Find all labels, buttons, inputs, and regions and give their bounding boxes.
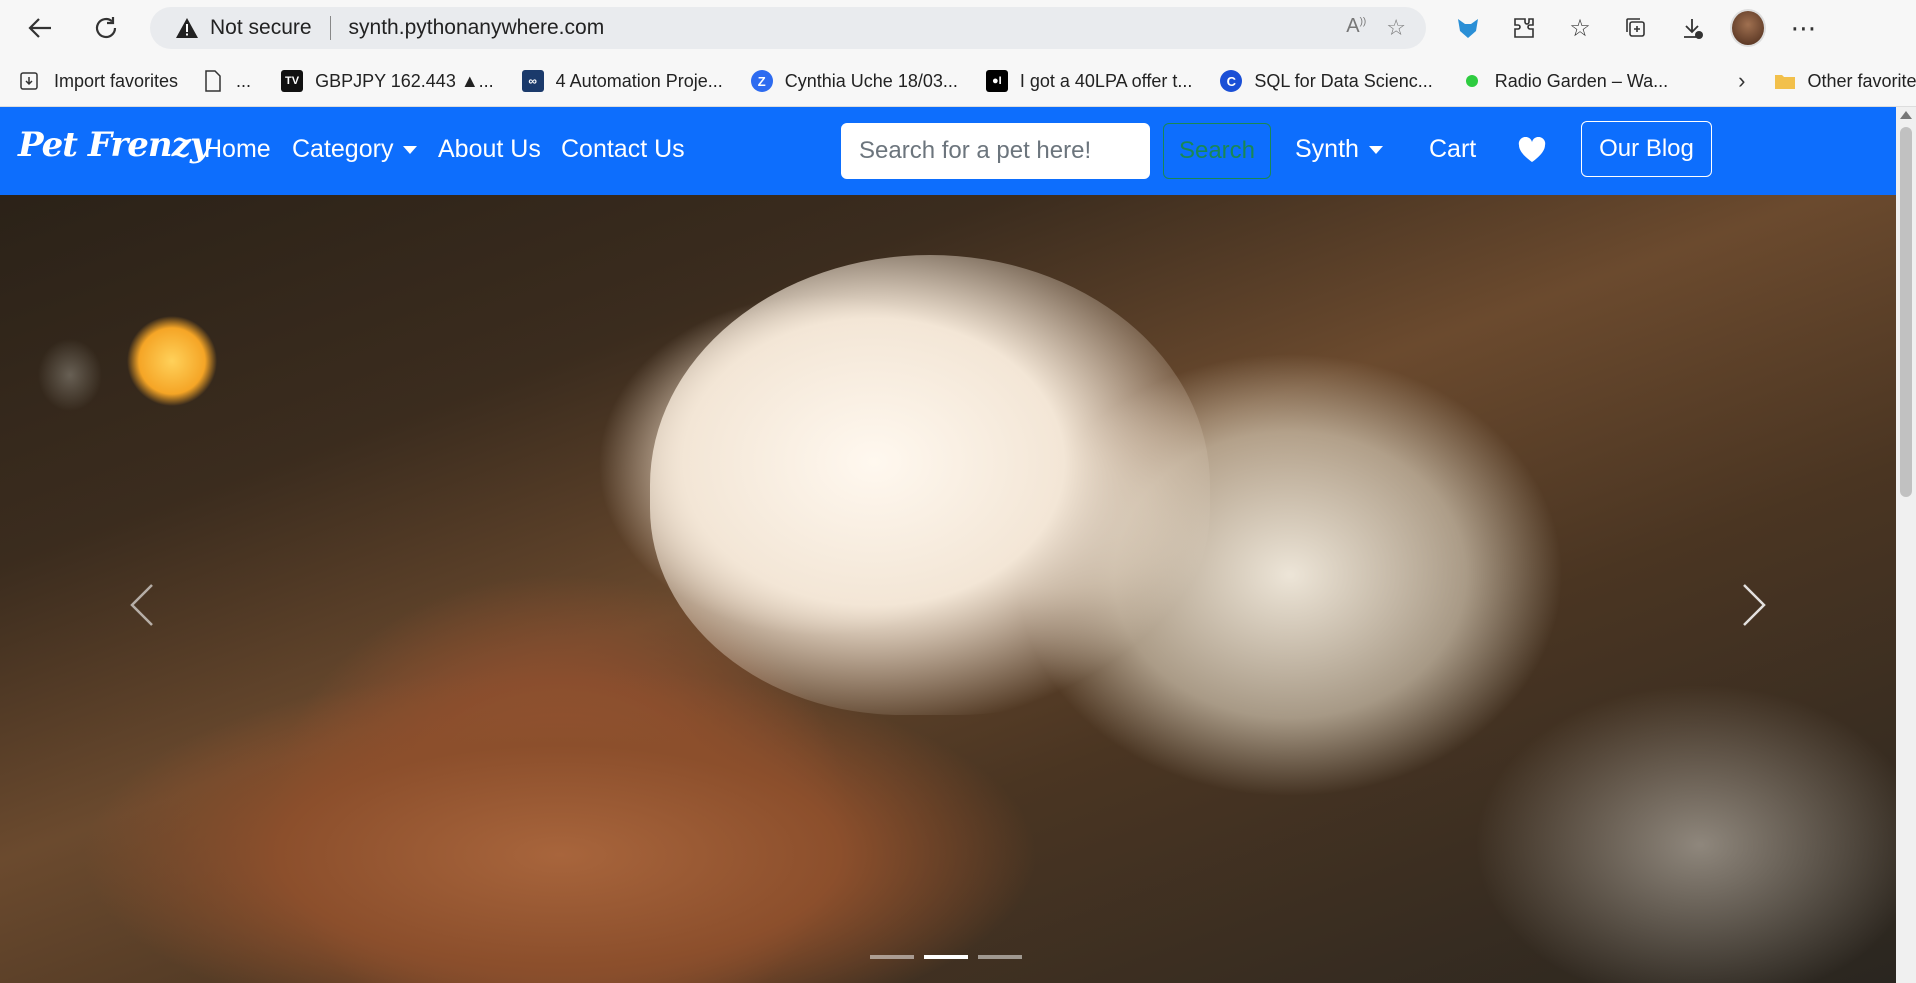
bookmark-page[interactable]: ... — [202, 70, 251, 92]
browser-toolbar: Not secure synth.pythonanywhere.com A)) … — [0, 0, 1916, 56]
chevron-right-icon — [1743, 584, 1766, 626]
carousel-next[interactable] — [1724, 565, 1784, 645]
bookmarks-bar: Import favorites ... TV GBPJPY 162.443 ▲… — [0, 56, 1916, 107]
more-menu-icon[interactable]: ⋯ — [1786, 10, 1822, 46]
bookmark-label: Other favorites — [1807, 70, 1916, 91]
bookmark-gbpjpy[interactable]: TV GBPJPY 162.443 ▲... — [281, 70, 494, 92]
bookmark-cynthia[interactable]: Z Cynthia Uche 18/03... — [750, 70, 958, 92]
refresh-icon — [95, 17, 117, 39]
brand-logo[interactable]: Pet Frenzy — [18, 125, 210, 165]
carousel-indicator-3[interactable] — [978, 955, 1022, 959]
bookmark-import-favorites[interactable]: Import favorites — [20, 70, 178, 92]
read-aloud-icon[interactable]: A)) — [1346, 15, 1366, 41]
nav-about[interactable]: About Us — [438, 135, 541, 164]
bookmark-automation[interactable]: ∞ 4 Automation Proje... — [521, 70, 723, 92]
carousel-indicator-1[interactable] — [870, 955, 914, 959]
nav-contact[interactable]: Contact Us — [561, 135, 685, 164]
nav-cart[interactable]: Cart — [1429, 135, 1476, 164]
address-divider — [329, 16, 331, 40]
page-scrollbar[interactable] — [1896, 107, 1916, 983]
chevron-right-icon: › — [1738, 68, 1746, 93]
favorites-icon[interactable]: ☆ — [1562, 10, 1598, 46]
back-button[interactable] — [20, 8, 60, 48]
nav-user-dropdown[interactable]: Synth — [1295, 135, 1383, 164]
bookmark-label: I got a 40LPA offer t... — [1019, 70, 1193, 91]
green-dot-icon — [1461, 70, 1483, 92]
our-blog-button[interactable]: Our Blog — [1581, 121, 1712, 177]
warning-icon — [174, 15, 200, 41]
medium-icon: ●I — [985, 70, 1008, 92]
scrollbar-thumb[interactable] — [1900, 127, 1912, 497]
caret-down-icon — [1368, 146, 1383, 155]
tradingview-icon: TV — [281, 70, 304, 92]
bookmark-radio-garden[interactable]: Radio Garden – Wa... — [1461, 70, 1668, 92]
heart-icon[interactable] — [1518, 137, 1546, 163]
security-label[interactable]: Not secure — [210, 16, 312, 40]
address-bar[interactable]: Not secure synth.pythonanywhere.com A)) … — [150, 7, 1426, 49]
url-text[interactable]: synth.pythonanywhere.com — [349, 16, 605, 40]
search-input[interactable] — [841, 123, 1150, 179]
bookmarks-overflow-chevron[interactable]: › — [1738, 68, 1745, 94]
bookmark-label: 4 Automation Proje... — [555, 70, 723, 91]
zoom-icon: Z — [750, 70, 773, 92]
bookmark-label: ... — [236, 70, 252, 91]
bookmark-label: Cynthia Uche 18/03... — [784, 70, 958, 91]
bookmark-label: SQL for Data Scienc... — [1254, 70, 1433, 91]
page-icon — [202, 70, 224, 92]
nav-category-label: Category — [292, 135, 394, 163]
scroll-up-icon[interactable] — [1900, 111, 1912, 119]
downloads-icon[interactable] — [1674, 10, 1710, 46]
bookmark-label: Radio Garden – Wa... — [1494, 70, 1669, 91]
c-icon: C — [1220, 70, 1243, 92]
add-favorite-icon[interactable]: ☆ — [1386, 15, 1406, 41]
bookmark-sql[interactable]: C SQL for Data Scienc... — [1220, 70, 1433, 92]
bookmark-40lpa[interactable]: ●I I got a 40LPA offer t... — [985, 70, 1193, 92]
collections-icon[interactable] — [1618, 10, 1654, 46]
chevron-left-icon — [130, 584, 153, 626]
fox-extension-icon[interactable] — [1450, 10, 1486, 46]
carousel-prev[interactable] — [112, 565, 172, 645]
hero-carousel — [0, 195, 1896, 983]
nav-user-label: Synth — [1295, 135, 1359, 163]
nav-home[interactable]: Home — [204, 135, 271, 164]
carousel-indicator-2[interactable] — [924, 955, 968, 959]
bookmark-label: GBPJPY 162.443 ▲... — [315, 70, 494, 91]
import-icon — [20, 70, 42, 92]
caret-down-icon — [403, 146, 418, 155]
infinity-icon: ∞ — [521, 70, 544, 92]
carousel-indicators — [870, 955, 1022, 959]
bookmark-other-favorites[interactable]: Other favorites — [1774, 70, 1916, 92]
webpage: Pet Frenzy Home Category About Us Contac… — [0, 107, 1896, 983]
bookmark-label: Import favorites — [54, 70, 179, 91]
carousel-image-hand — [0, 595, 1050, 983]
refresh-button[interactable] — [86, 8, 126, 48]
nav-category-dropdown[interactable]: Category — [292, 135, 418, 164]
site-navbar: Pet Frenzy Home Category About Us Contac… — [0, 107, 1896, 195]
folder-icon — [1774, 70, 1796, 92]
back-arrow-icon — [28, 18, 51, 38]
extensions-icon[interactable] — [1506, 10, 1542, 46]
profile-avatar[interactable] — [1730, 9, 1766, 47]
search-button[interactable]: Search — [1163, 123, 1271, 179]
